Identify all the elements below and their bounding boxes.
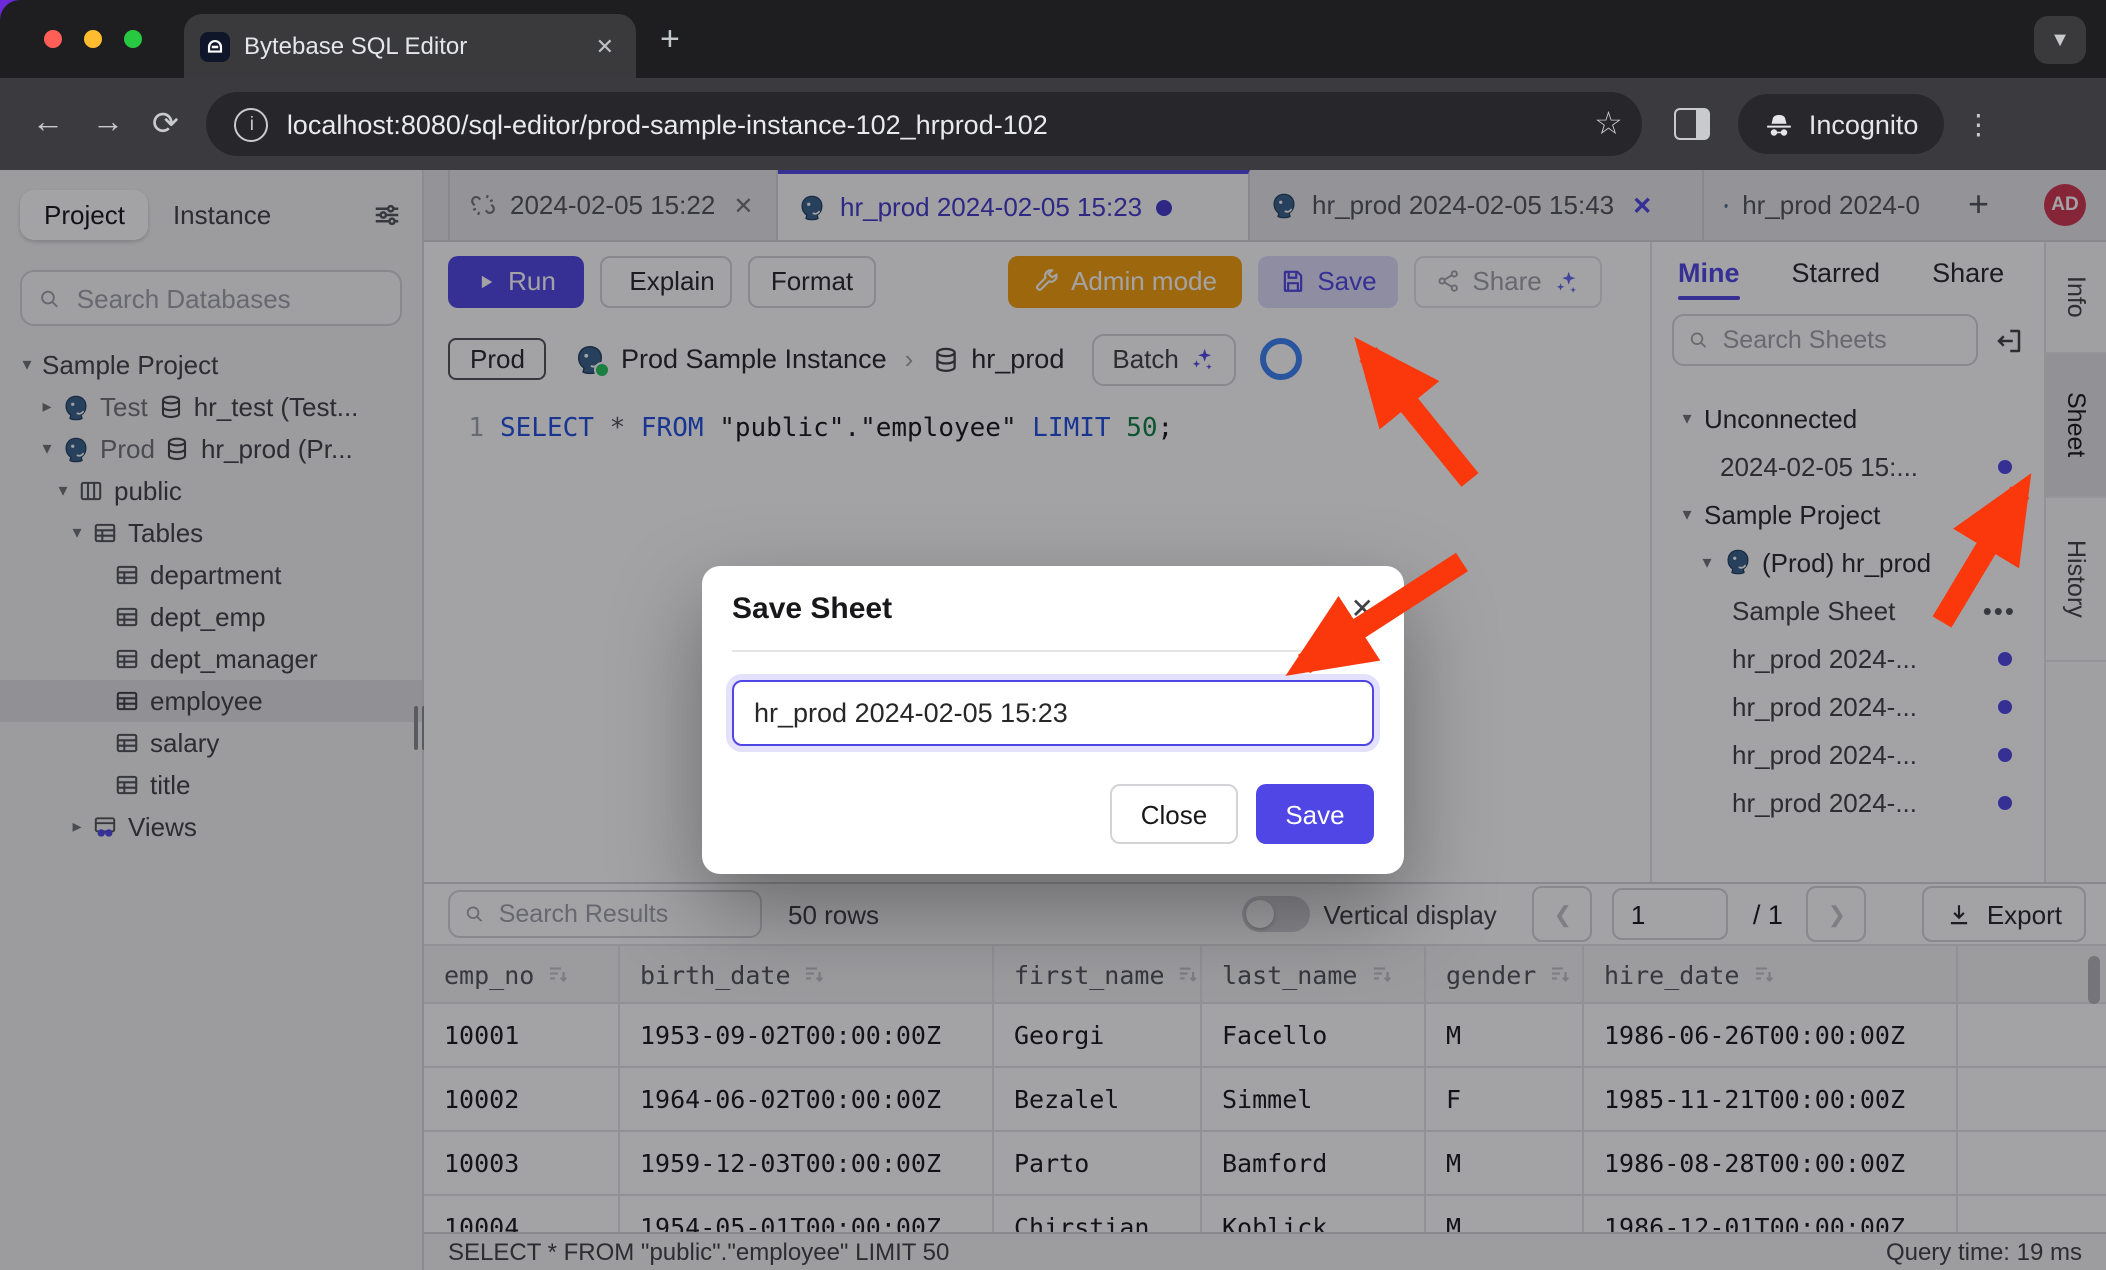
modal-buttons: Close Save: [732, 784, 1374, 844]
bytebase-favicon-icon: [200, 31, 230, 61]
modal-close-button[interactable]: Close: [1110, 784, 1238, 844]
side-panel-icon[interactable]: [1675, 108, 1711, 140]
incognito-label: Incognito: [1809, 109, 1919, 139]
site-info-icon[interactable]: i: [235, 107, 269, 141]
new-tab-button[interactable]: +: [660, 22, 680, 56]
incognito-badge: Incognito: [1739, 94, 1945, 154]
modal-header: Save Sheet ✕: [732, 566, 1374, 650]
incognito-icon: [1765, 109, 1795, 139]
reload-icon[interactable]: ⟳: [152, 104, 179, 144]
browser-window: Bytebase SQL Editor ✕ + ▼ ← → ⟳ i localh…: [0, 0, 2106, 1270]
browser-chrome: Bytebase SQL Editor ✕ + ▼ ← → ⟳ i localh…: [0, 0, 2106, 170]
modal-title: Save Sheet: [732, 591, 892, 625]
screenshot-stage: Bytebase SQL Editor ✕ + ▼ ← → ⟳ i localh…: [0, 0, 2106, 1270]
window-zoom-button[interactable]: [124, 30, 142, 48]
tab-search-chevron-button[interactable]: ▼: [2034, 16, 2086, 64]
modal-close-icon[interactable]: ✕: [1351, 591, 1374, 625]
url-text[interactable]: localhost:8080/sql-editor/prod-sample-in…: [287, 109, 1594, 139]
browser-tab-title: Bytebase SQL Editor: [244, 32, 590, 60]
modal-save-button[interactable]: Save: [1256, 784, 1374, 844]
browser-toolbar: ← → ⟳ i localhost:8080/sql-editor/prod-s…: [0, 78, 2106, 170]
save-sheet-modal: Save Sheet ✕ Close Save: [702, 566, 1404, 874]
forward-icon[interactable]: →: [92, 106, 124, 142]
address-bar[interactable]: i localhost:8080/sql-editor/prod-sample-…: [207, 92, 1643, 156]
window-minimize-button[interactable]: [84, 30, 102, 48]
tab-close-icon[interactable]: ✕: [590, 33, 620, 59]
browser-tab[interactable]: Bytebase SQL Editor ✕: [184, 14, 636, 78]
bytebase-app: Project Instance ▾ Sample Project ▸ Test: [0, 170, 2106, 1270]
window-close-button[interactable]: [44, 30, 62, 48]
browser-tab-strip: Bytebase SQL Editor ✕ + ▼: [0, 0, 2106, 78]
modal-divider: [732, 650, 1374, 652]
browser-menu-icon[interactable]: ⋮: [1964, 107, 1992, 141]
back-icon[interactable]: ←: [32, 106, 64, 142]
sheet-name-input[interactable]: [732, 680, 1374, 746]
bookmark-star-icon[interactable]: ☆: [1594, 104, 1623, 144]
